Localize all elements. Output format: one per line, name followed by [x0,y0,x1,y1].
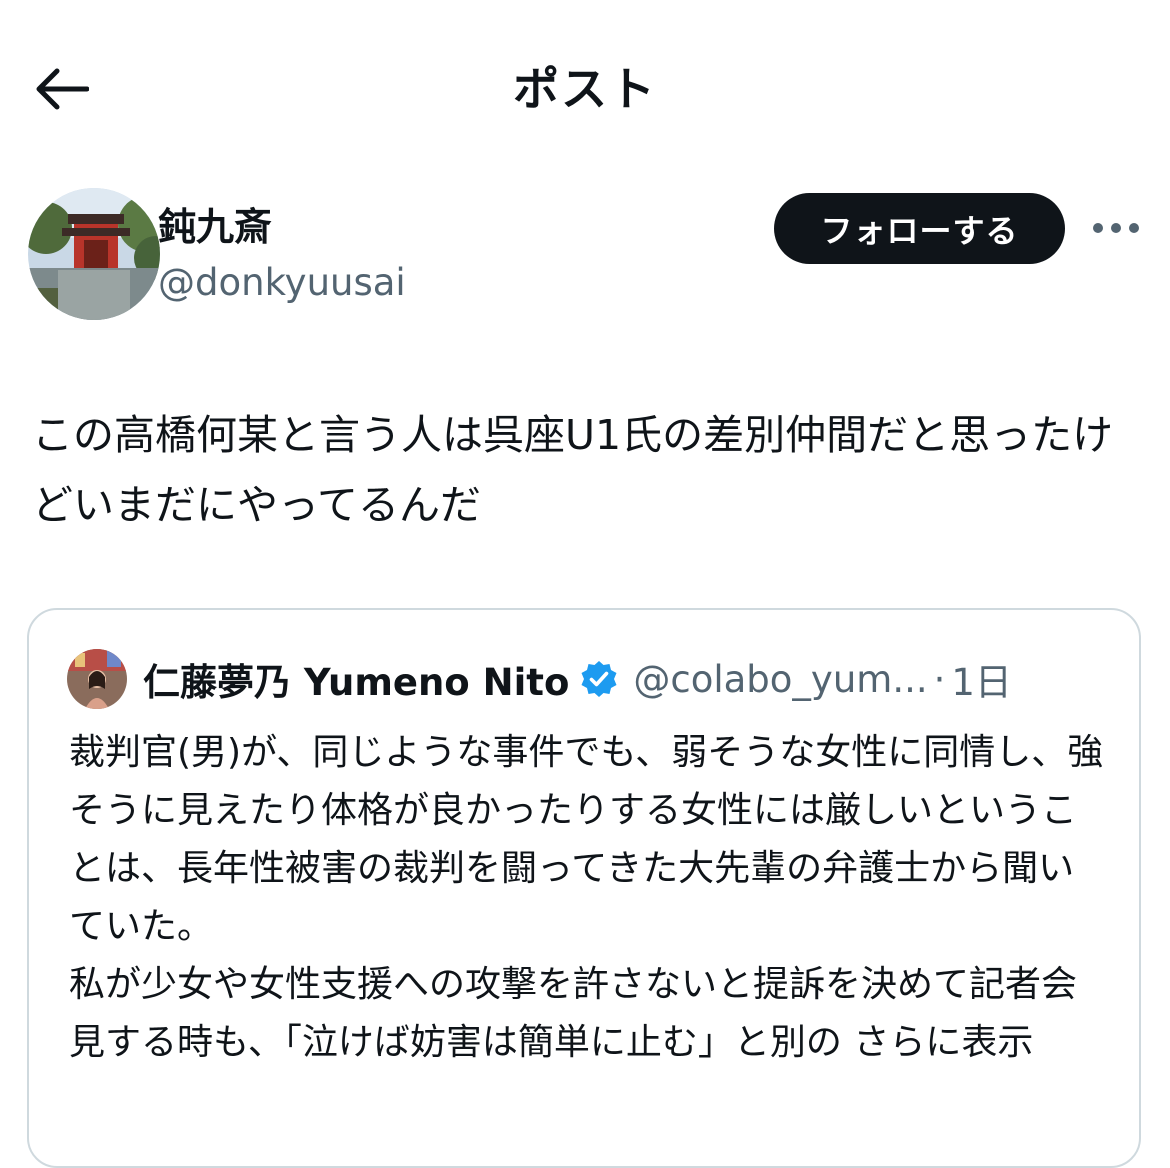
author-handle[interactable]: @donkyuusai [158,256,406,310]
page-title: ポスト [513,62,657,116]
quoted-post-timestamp: 1日 [951,661,1012,704]
author-avatar[interactable] [28,188,160,320]
separator-dot: · [933,657,946,701]
quoted-author-handle: @colabo_yum... [633,657,928,701]
avatar-image [28,188,160,320]
top-bar: ポスト [0,0,1170,175]
quoted-author-name: 仁藤夢乃 Yumeno Nito [143,661,570,704]
ellipsis-icon [1093,223,1139,233]
show-more-link[interactable]: さらに表示 [853,1022,1033,1063]
quoted-post-card[interactable]: 仁藤夢乃 Yumeno Nito @colabo_yum... · 1日 裁判官… [27,608,1141,1168]
quoted-avatar-image [67,649,127,709]
quoted-author-avatar [67,649,127,709]
quoted-post-text: 裁判官(男)が、同じような事件でも、弱そうな女性に同情し、強そうに見えたり体格が… [69,724,1109,1072]
quoted-post-body: 裁判官(男)が、同じような事件でも、弱そうな女性に同情し、強そうに見えたり体格が… [69,732,1104,1063]
quoted-post-header: 仁藤夢乃 Yumeno Nito @colabo_yum... · 1日 [67,648,1107,710]
follow-button[interactable]: フォローする [774,193,1065,264]
verified-badge-icon [581,661,617,697]
more-options-button[interactable] [1090,208,1142,248]
author-display-name[interactable]: 鈍九斎 [158,200,272,254]
post-body-text: この高橋何某と言う人は呉座U1氏の差別仲間だと思ったけどいまだにやってるんだ [32,411,1114,529]
